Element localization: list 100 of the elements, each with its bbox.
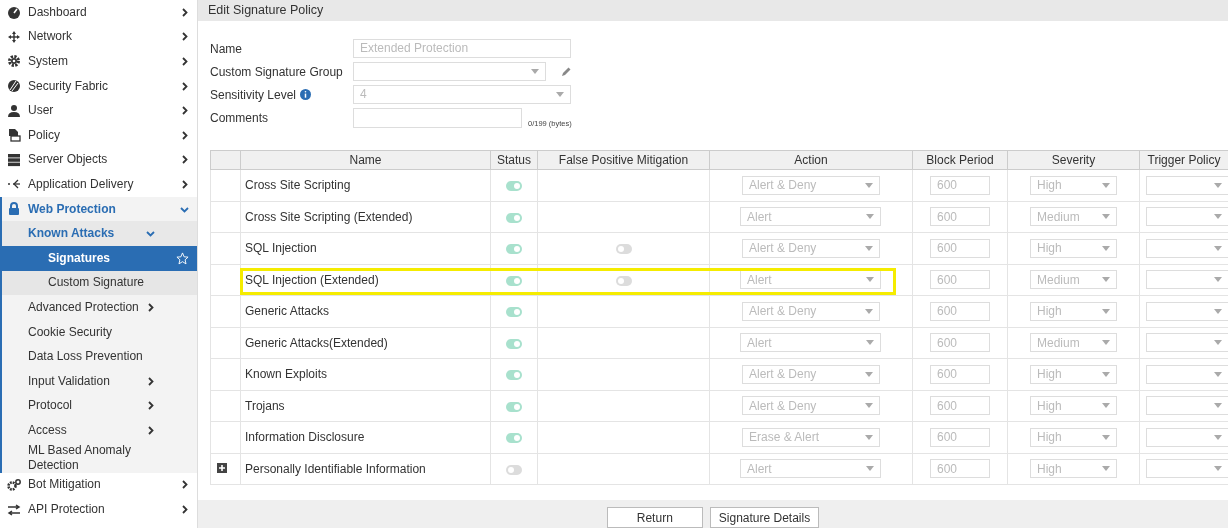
sidebar-item[interactable]: API Protection [0, 497, 197, 522]
trigger-policy-select[interactable] [1146, 175, 1228, 195]
sidebar-item[interactable]: Signatures [2, 245, 197, 271]
action-select[interactable]: Alert [740, 207, 881, 227]
status-toggle[interactable] [506, 464, 522, 475]
severity-select[interactable]: High [1030, 427, 1117, 447]
block-period-field[interactable]: 600 [930, 175, 990, 195]
group-select[interactable] [353, 62, 546, 81]
trigger-policy-select[interactable] [1146, 238, 1228, 258]
return-button[interactable]: Return [606, 507, 703, 528]
menu-icon [7, 202, 21, 217]
action-select[interactable]: Alert [740, 459, 881, 479]
sidebar-item[interactable]: Protocol [2, 393, 197, 419]
star-icon[interactable] [176, 251, 189, 265]
severity-select[interactable]: High [1030, 364, 1117, 384]
column-header: False Positive Mitigation [537, 150, 710, 170]
action-select[interactable]: Alert & Deny [742, 238, 880, 258]
sidebar-item[interactable]: Network [0, 24, 197, 50]
signature-name: Known Exploits [245, 367, 328, 382]
sidebar-item[interactable]: Policy [0, 122, 197, 148]
block-period-field[interactable]: 600 [930, 270, 990, 290]
status-toggle[interactable] [506, 212, 522, 223]
sidebar-item[interactable]: Bot Mitigation [0, 472, 197, 498]
status-toggle[interactable] [506, 307, 522, 318]
name-field[interactable]: Extended Protection [353, 39, 571, 58]
column-header: Trigger Policy [1139, 150, 1228, 170]
sidebar-item[interactable]: Dashboard [0, 0, 197, 25]
info-icon[interactable] [300, 89, 312, 100]
dropdown-caret-icon [866, 466, 874, 472]
dropdown-caret-icon [1102, 371, 1110, 377]
sidebar-item[interactable]: Data Loss Prevention [2, 344, 197, 369]
status-toggle[interactable] [506, 181, 522, 192]
action-select[interactable]: Alert [740, 333, 881, 353]
status-toggle[interactable] [506, 275, 522, 286]
action-select[interactable]: Erase & Alert [742, 427, 880, 447]
dropdown-caret-icon [1102, 340, 1110, 346]
severity-select[interactable]: High [1030, 459, 1117, 479]
block-period-field[interactable]: 600 [930, 364, 990, 384]
severity-select[interactable]: High [1030, 301, 1117, 321]
mitigation-toggle[interactable] [615, 275, 632, 286]
trigger-policy-select[interactable] [1146, 427, 1228, 447]
sidebar-item[interactable]: Input Validation [2, 368, 197, 394]
trigger-policy-select[interactable] [1146, 364, 1228, 384]
status-toggle[interactable] [506, 338, 522, 349]
block-period-field[interactable]: 600 [930, 238, 990, 258]
action-select[interactable]: Alert & Deny [742, 175, 880, 195]
status-toggle[interactable] [506, 244, 522, 255]
action-select[interactable]: Alert & Deny [742, 301, 880, 321]
sidebar-item[interactable]: Security Fabric [0, 73, 197, 99]
sidebar-item[interactable]: Advanced Protection [2, 295, 197, 320]
action-select[interactable]: Alert & Deny [742, 364, 880, 384]
status-toggle[interactable] [506, 401, 522, 412]
trigger-policy-select[interactable] [1146, 459, 1228, 479]
dropdown-caret-icon [1214, 214, 1222, 220]
chevron-right-icon [146, 376, 155, 386]
details-button[interactable]: Signature Details [709, 507, 820, 528]
status-toggle[interactable] [506, 370, 522, 381]
dropdown-caret-icon [866, 277, 874, 283]
chevron-right-icon [146, 302, 155, 312]
block-period-field[interactable]: 600 [930, 301, 990, 321]
sidebar-item[interactable]: Access [2, 418, 197, 443]
sidebar-item[interactable]: System [0, 49, 197, 74]
block-period-field[interactable]: 600 [930, 207, 990, 227]
action-select[interactable]: Alert & Deny [742, 396, 880, 416]
sidebar-item[interactable]: ML Based Anomaly Detection [2, 442, 197, 473]
sidebar-item[interactable]: Known Attacks [2, 221, 197, 246]
dropdown-caret-icon [1102, 182, 1110, 188]
trigger-policy-select[interactable] [1146, 333, 1228, 353]
trigger-policy-select[interactable] [1146, 207, 1228, 227]
severity-select[interactable]: Medium [1030, 333, 1117, 353]
severity-select[interactable]: High [1030, 238, 1117, 258]
menu-icon [7, 5, 21, 20]
trigger-policy-select[interactable] [1146, 270, 1228, 290]
sensitivity-select[interactable]: 4 [353, 85, 571, 104]
sidebar-item[interactable]: Cookie Security [2, 319, 197, 345]
block-period-field[interactable]: 600 [930, 427, 990, 447]
sidebar-item[interactable]: Web Protection [0, 196, 197, 222]
chevron-right-icon [180, 57, 189, 66]
trigger-policy-select[interactable] [1146, 301, 1228, 321]
chevron-right-icon [180, 81, 189, 91]
severity-select[interactable]: Medium [1030, 270, 1117, 290]
mitigation-toggle[interactable] [615, 244, 632, 255]
sidebar-item[interactable]: User [0, 98, 197, 123]
expand-icon[interactable] [217, 462, 227, 473]
severity-select[interactable]: High [1030, 396, 1117, 416]
sidebar-item[interactable]: Application Delivery [0, 172, 197, 197]
pencil-icon[interactable] [560, 65, 572, 78]
block-period-field[interactable]: 600 [930, 459, 990, 479]
sidebar-item[interactable]: Server Objects [0, 147, 197, 173]
block-period-field[interactable]: 600 [930, 396, 990, 416]
chevron-right-icon [180, 32, 189, 42]
chevron-down-icon [180, 204, 189, 214]
trigger-policy-select[interactable] [1146, 396, 1228, 416]
status-toggle[interactable] [506, 433, 522, 444]
dropdown-caret-icon [1102, 403, 1110, 409]
severity-select[interactable]: High [1030, 175, 1117, 195]
dropdown-caret-icon [1214, 434, 1222, 440]
comments-field[interactable] [353, 108, 522, 128]
block-period-field[interactable]: 600 [930, 333, 990, 353]
severity-select[interactable]: Medium [1030, 207, 1117, 227]
